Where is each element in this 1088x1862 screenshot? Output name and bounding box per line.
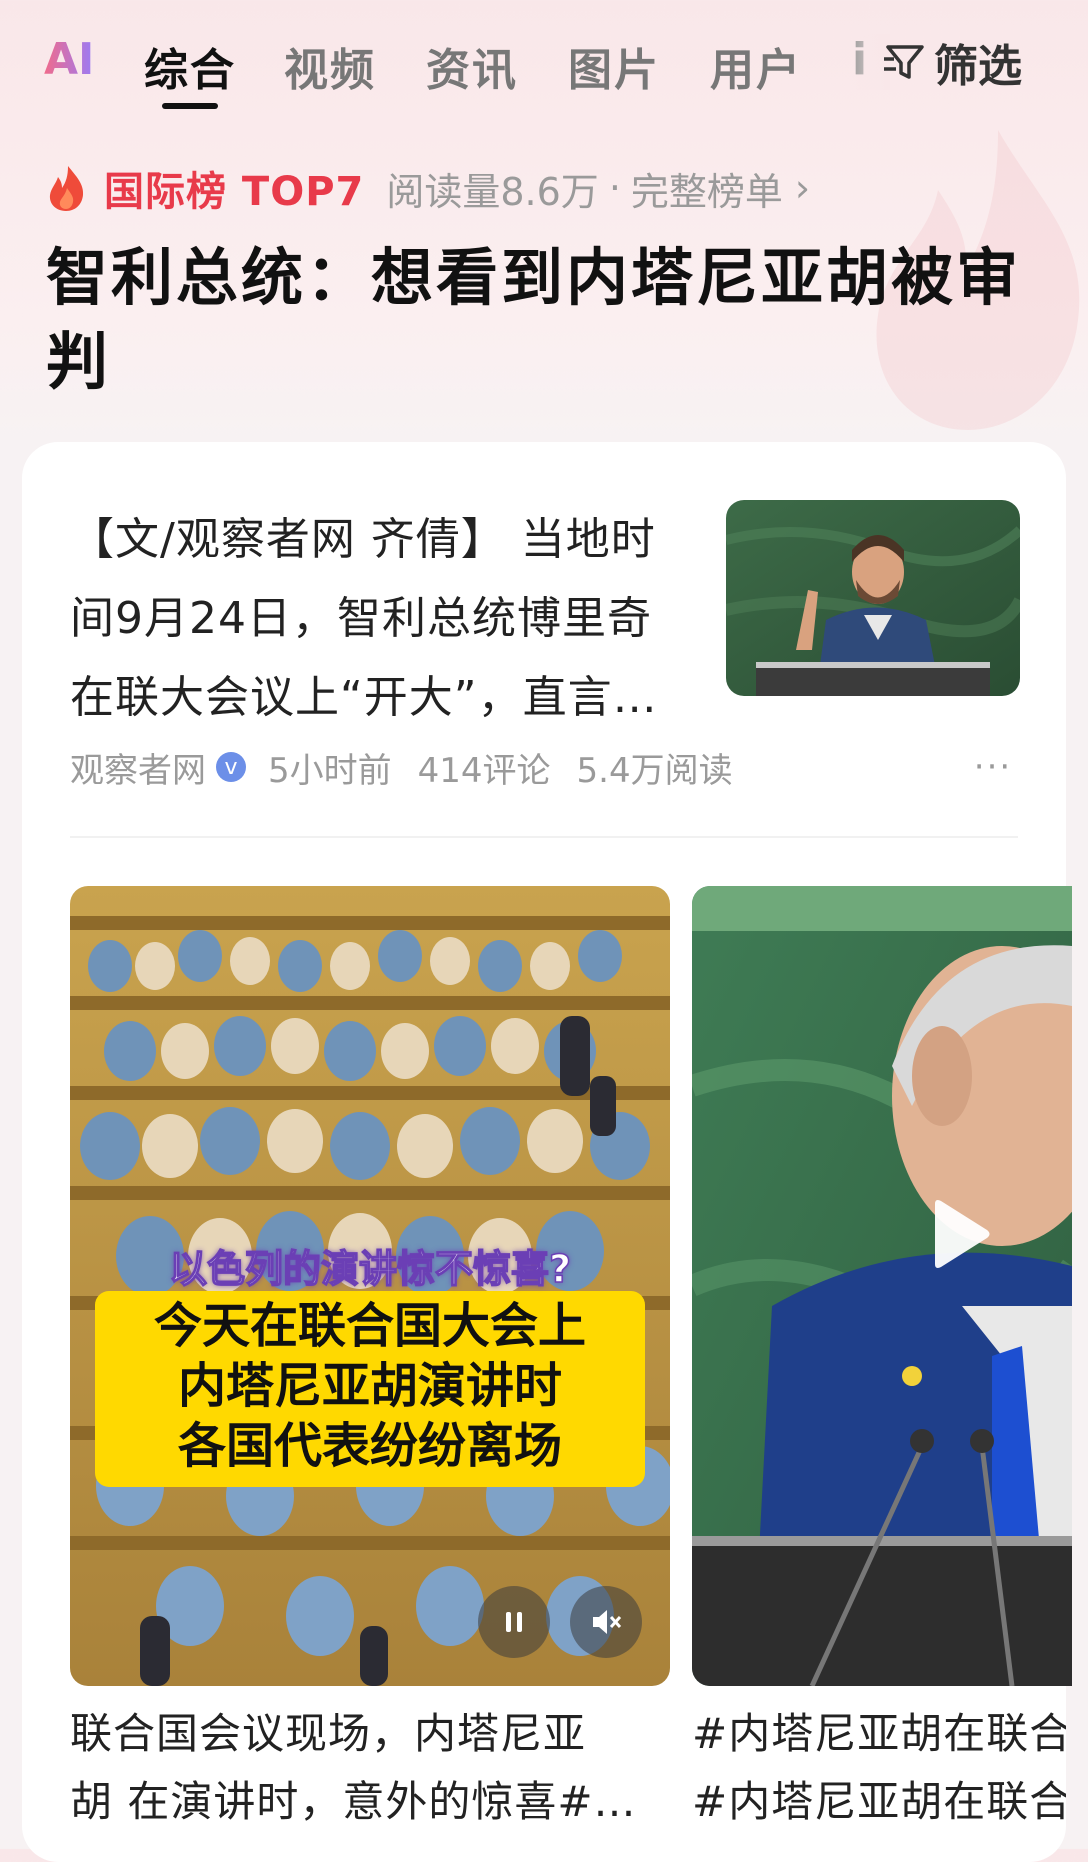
comment-count: 414评论 [417,750,551,791]
video-overlay-caption: 今天在联合国大会上 内塔尼亚胡演讲时 各国代表纷纷离场 [95,1296,645,1476]
play-button[interactable] [917,1194,997,1274]
article-thumbnail[interactable] [726,500,1020,696]
speaker-netanyahu-image [692,886,1072,1686]
article-line: 在联大会议上“开大”，直言… [70,672,658,723]
verified-icon: v [216,752,246,782]
active-tab-indicator [162,103,218,109]
video-overlay-question: 以色列的演讲惊不惊喜? [168,1246,572,1292]
mute-icon [593,1610,622,1634]
publish-time: 5小时前 [268,750,392,791]
overlay-line: 今天在联合国大会上 [153,1298,586,1354]
article-line: 【文/观察者网 齐倩】 当地时 [70,514,656,565]
caption-line: #内塔尼亚胡在联合 [692,1777,1066,1826]
hot-separator: · [608,166,621,210]
video-card-un-assembly[interactable]: 以色列的演讲惊不惊喜? 今天在联合国大会上 内塔尼亚胡演讲时 各国代表纷纷离场 [70,886,670,1686]
video1-caption[interactable]: 联合国会议现场，内塔尼亚 胡 在演讲时，意外的惊喜#… [70,1700,670,1836]
tab-video[interactable]: 视频 [284,34,376,98]
chevron-right-icon: › [794,166,811,210]
overlay-line: 各国代表纷纷离场 [177,1418,562,1474]
article-summary[interactable]: 【文/观察者网 齐倩】 当地时 间9月24日，智利总统博里奇 在联大会议上“开大… [70,500,690,737]
hot-topic-headline[interactable]: 智利总统：想看到内塔尼亚胡被审判 [46,236,1026,404]
pause-button[interactable] [478,1586,550,1658]
filter-icon [884,45,924,79]
tab-users[interactable]: 用户 [710,34,802,98]
hot-list-banner[interactable]: 国际榜 TOP7 阅读量8.6万 · 完整榜单 › [46,160,810,216]
caption-line: 胡 在演讲时，意外的惊喜#… [70,1777,637,1826]
source-name[interactable]: 观察者网 [70,743,206,792]
divider [70,836,1018,838]
filter-button[interactable]: 筛选 [882,34,1022,92]
news-card: 【文/观察者网 齐倩】 当地时 间9月24日，智利总统博里奇 在联大会议上“开大… [22,442,1072,1862]
article-line: 间9月24日，智利总统博里奇 [70,593,652,644]
read-count: 5.4万阅读 [576,750,733,791]
flame-icon [49,166,84,211]
ai-tab[interactable]: AI [44,34,94,85]
caption-line: 联合国会议现场，内塔尼亚 [70,1709,587,1758]
filter-label: 筛选 [934,41,1022,92]
tab-images[interactable]: 图片 [568,34,660,98]
mute-button[interactable] [570,1586,642,1658]
play-icon [935,1200,990,1268]
more-icon[interactable]: ··· [968,742,1018,792]
article-meta: 观察者网 v 5小时前 414评论 5.4万阅读 [70,742,759,792]
caption-line: #内塔尼亚胡在联合 [692,1709,1066,1758]
full-list-link[interactable]: 完整榜单 [631,161,783,216]
search-tab-bar: AI 综合 视频 资讯 图片 用户 i 筛选 [0,0,1088,120]
hot-rank-label: 国际榜 TOP7 [104,169,365,215]
overlay-line: 内塔尼亚胡演讲时 [177,1358,562,1414]
speaker-photo [726,500,1020,696]
pause-icon [506,1612,522,1632]
tab-comprehensive[interactable]: 综合 [144,34,236,98]
video2-caption[interactable]: #内塔尼亚胡在联合 #内塔尼亚胡在联合 [692,1700,1066,1836]
tab-news[interactable]: 资讯 [426,34,518,98]
video-card-netanyahu[interactable] [692,886,1072,1686]
hot-read-count: 阅读量8.6万 [386,169,599,214]
